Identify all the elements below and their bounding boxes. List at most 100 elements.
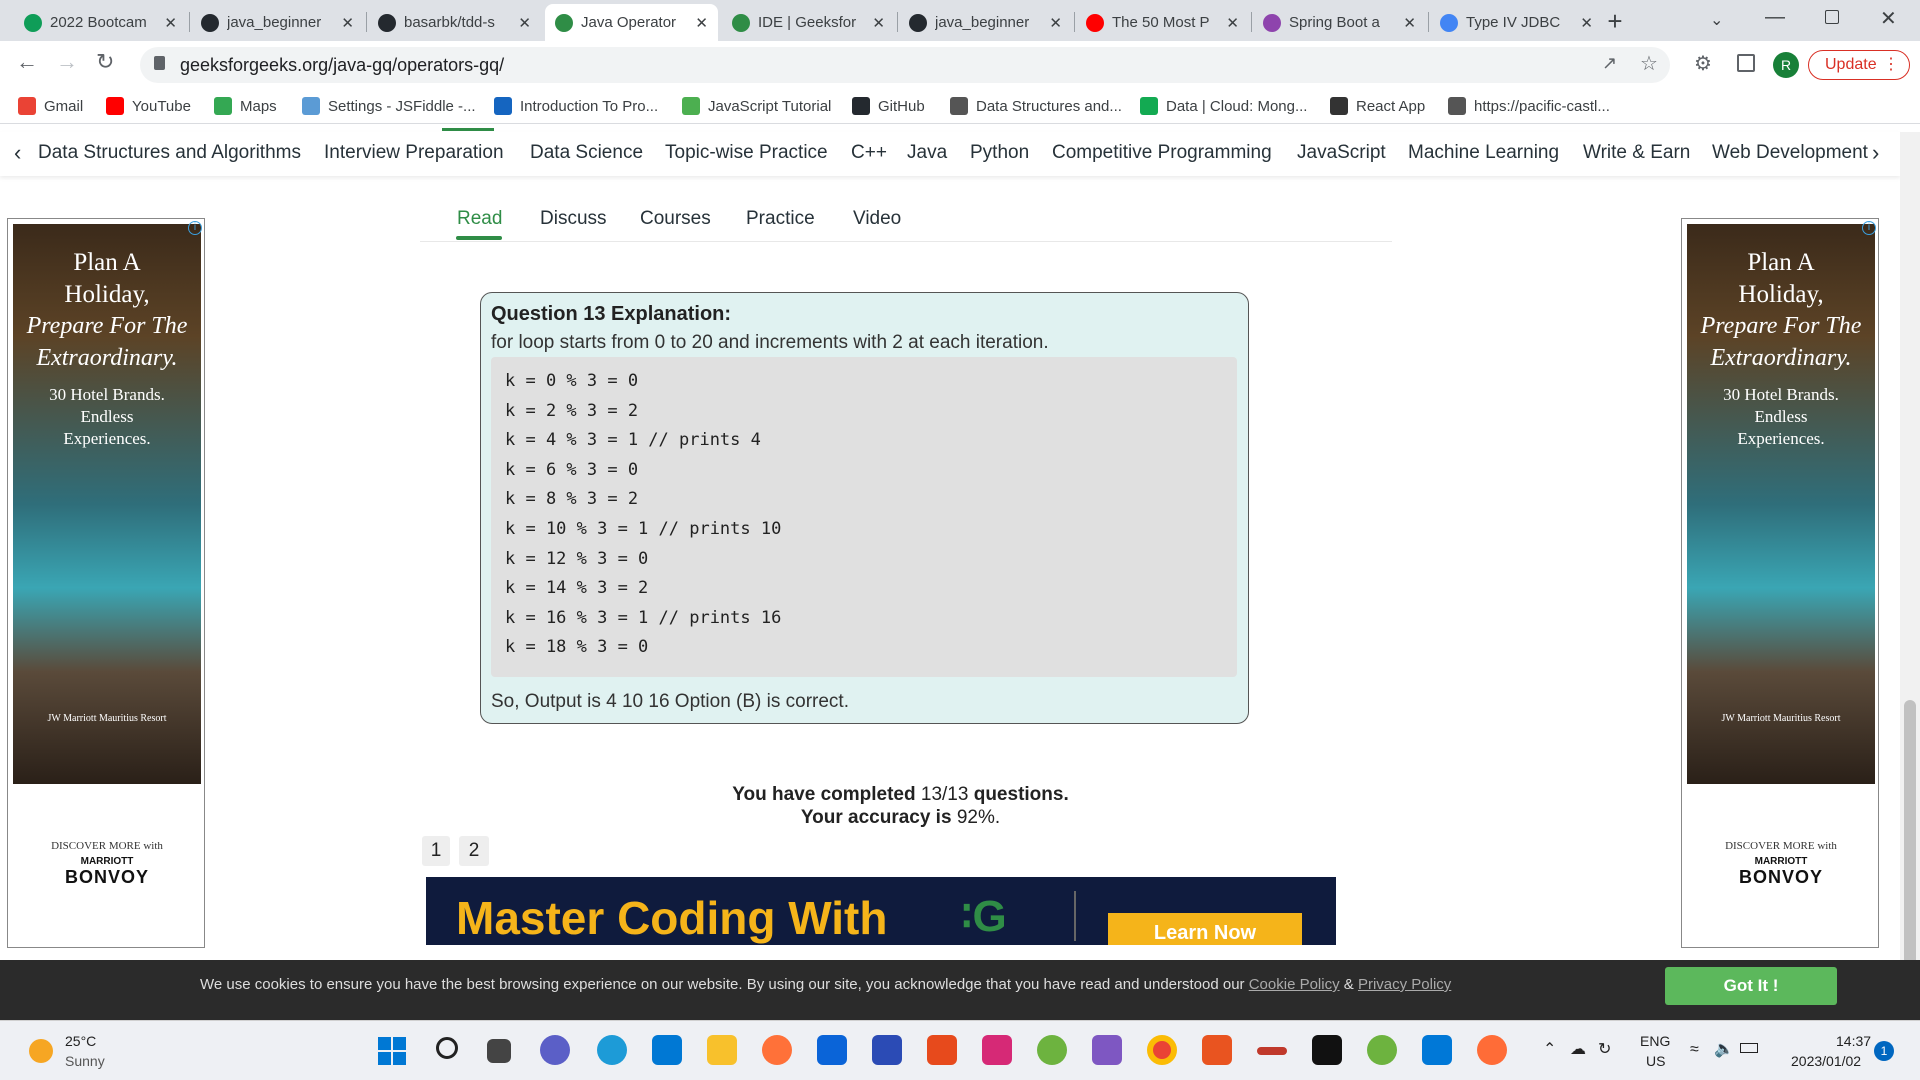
nav-left-chevron-icon[interactable]: ‹ <box>14 140 21 166</box>
article-tab[interactable]: Courses <box>640 208 711 230</box>
site-nav-item[interactable]: Interview Preparation <box>324 142 504 164</box>
browser-tab[interactable]: IDE | Geeksfor ✕ <box>722 4 895 41</box>
ad-info-icon[interactable]: i <box>1862 221 1876 235</box>
browser-tab[interactable]: The 50 Most P ✕ <box>1076 4 1249 41</box>
chat-icon[interactable] <box>540 1035 570 1065</box>
address-bar[interactable]: geeksforgeeks.org/java-gq/operators-gq/ … <box>140 47 1670 83</box>
article-tab[interactable]: Video <box>853 208 901 230</box>
notification-badge[interactable]: 1 <box>1874 1041 1894 1061</box>
start-windows-icon[interactable] <box>378 1037 406 1065</box>
close-window-button[interactable]: ✕ <box>1880 6 1897 31</box>
article-tab[interactable]: Discuss <box>540 208 607 230</box>
math-app-icon[interactable] <box>872 1035 902 1065</box>
browser-tab[interactable]: Type IV JDBC ✕ <box>1430 4 1603 41</box>
task-view-icon[interactable] <box>487 1039 511 1063</box>
file-explorer-icon[interactable] <box>707 1035 737 1065</box>
spring-tool-icon[interactable] <box>1037 1035 1067 1065</box>
share-icon[interactable]: ↗ <box>1602 53 1617 74</box>
page-scrollbar[interactable] <box>1900 132 1920 1020</box>
tray-sync-icon[interactable]: ↻ <box>1598 1039 1611 1059</box>
article-tab[interactable]: Read <box>457 208 502 230</box>
tab-close-icon[interactable]: ✕ <box>1049 14 1062 32</box>
minimize-button[interactable]: — <box>1765 6 1785 29</box>
site-nav-item[interactable]: Data Science <box>530 142 643 164</box>
privacy-policy-link[interactable]: Privacy Policy <box>1358 976 1451 993</box>
tab-close-icon[interactable]: ✕ <box>1580 14 1593 32</box>
bookmark-star-icon[interactable]: ☆ <box>1640 51 1658 76</box>
browser-tab[interactable]: basarbk/tdd-s ✕ <box>368 4 541 41</box>
browser-tab[interactable]: Spring Boot a ✕ <box>1253 4 1426 41</box>
mail-icon[interactable] <box>817 1035 847 1065</box>
firefox-icon[interactable] <box>762 1035 792 1065</box>
postman-icon[interactable] <box>1477 1035 1507 1065</box>
hexagon-app-icon[interactable] <box>1092 1035 1122 1065</box>
sts-icon[interactable] <box>1367 1035 1397 1065</box>
terminal-icon[interactable] <box>1312 1035 1342 1065</box>
site-nav-item[interactable]: Web Development <box>1712 142 1868 164</box>
cookie-policy-link[interactable]: Cookie Policy <box>1249 976 1340 993</box>
vscode-icon[interactable] <box>1422 1035 1452 1065</box>
browser-tab[interactable]: java_beginner ✕ <box>191 4 364 41</box>
bookmark-item[interactable]: Gmail <box>18 94 83 118</box>
bookmark-item[interactable]: GitHub <box>852 94 925 118</box>
cookie-accept-button[interactable]: Got It ! <box>1665 967 1837 1005</box>
tray-chevron-icon[interactable]: ⌃ <box>1543 1039 1556 1059</box>
site-nav-item[interactable]: Java <box>907 142 947 164</box>
ubuntu-icon[interactable] <box>1202 1035 1232 1065</box>
browser-tab[interactable]: 2022 Bootcam ✕ <box>14 4 187 41</box>
bookmark-item[interactable]: Data | Cloud: Mong... <box>1140 94 1307 118</box>
bookmark-item[interactable]: https://pacific-castl... <box>1448 94 1610 118</box>
site-nav-item[interactable]: Data Structures and Algorithms <box>38 142 301 164</box>
bookmark-item[interactable]: YouTube <box>106 94 191 118</box>
bookmark-item[interactable]: Settings - JSFiddle -... <box>302 94 476 118</box>
eclipse-icon[interactable] <box>1257 1047 1287 1055</box>
battery-icon[interactable] <box>1740 1043 1758 1053</box>
site-nav-item[interactable]: Python <box>970 142 1029 164</box>
more-menu-icon[interactable]: ⋮ <box>1883 51 1899 78</box>
clock-time[interactable]: 14:37 <box>1836 1033 1871 1049</box>
lang-label[interactable]: ENG <box>1640 1033 1670 1049</box>
weather-sun-icon[interactable] <box>29 1039 53 1063</box>
update-button[interactable]: Update ⋮ <box>1808 50 1910 80</box>
master-coding-banner[interactable]: Master Coding With ∶G Learn Now <box>426 877 1336 945</box>
edge-icon[interactable] <box>597 1035 627 1065</box>
left-ad[interactable]: Plan A Holiday, Prepare For The Extraord… <box>7 218 205 948</box>
site-nav-item[interactable]: JavaScript <box>1297 142 1386 164</box>
site-nav-item[interactable]: Machine Learning <box>1408 142 1559 164</box>
side-panel-icon[interactable] <box>1737 54 1755 72</box>
restore-button[interactable] <box>1825 10 1839 24</box>
tab-close-icon[interactable]: ✕ <box>695 14 708 32</box>
browser-tab[interactable]: Java Operator ✕ <box>545 4 718 41</box>
new-tab-button[interactable]: + <box>1600 6 1630 37</box>
store-icon[interactable] <box>652 1035 682 1065</box>
page-1-button[interactable]: 1 <box>422 836 450 866</box>
ad-info-icon[interactable]: i <box>188 221 202 235</box>
bookmark-item[interactable]: Maps <box>214 94 277 118</box>
site-nav-item[interactable]: Competitive Programming <box>1052 142 1272 164</box>
search-icon[interactable] <box>436 1037 458 1059</box>
back-arrow-icon[interactable]: ← <box>16 49 38 75</box>
tab-close-icon[interactable]: ✕ <box>341 14 354 32</box>
site-nav-item[interactable]: Write & Earn <box>1583 142 1690 164</box>
region-label[interactable]: US <box>1646 1053 1665 1069</box>
site-nav-item[interactable]: C++ <box>851 142 887 164</box>
instagram-icon[interactable] <box>982 1035 1012 1065</box>
tab-search-chevron-icon[interactable]: ⌄ <box>1710 10 1723 30</box>
volume-icon[interactable]: 🔈 <box>1714 1039 1734 1059</box>
tab-close-icon[interactable]: ✕ <box>1403 14 1416 32</box>
bookmark-item[interactable]: Introduction To Pro... <box>494 94 658 118</box>
reload-icon[interactable]: ↻ <box>96 49 114 75</box>
nav-right-chevron-icon[interactable]: › <box>1872 140 1879 166</box>
clock-date[interactable]: 2023/01/02 <box>1791 1053 1861 1069</box>
tab-close-icon[interactable]: ✕ <box>518 14 531 32</box>
office-icon[interactable] <box>927 1035 957 1065</box>
wifi-icon[interactable]: ≈ <box>1690 1041 1699 1059</box>
bookmark-item[interactable]: React App <box>1330 94 1425 118</box>
site-nav-item[interactable]: Topic-wise Practice <box>665 142 828 164</box>
tab-close-icon[interactable]: ✕ <box>164 14 177 32</box>
browser-tab[interactable]: java_beginner ✕ <box>899 4 1072 41</box>
forward-arrow-icon[interactable]: → <box>56 49 78 75</box>
bookmark-item[interactable]: Data Structures and... <box>950 94 1122 118</box>
chrome-icon[interactable] <box>1147 1035 1177 1065</box>
tab-close-icon[interactable]: ✕ <box>872 14 885 32</box>
